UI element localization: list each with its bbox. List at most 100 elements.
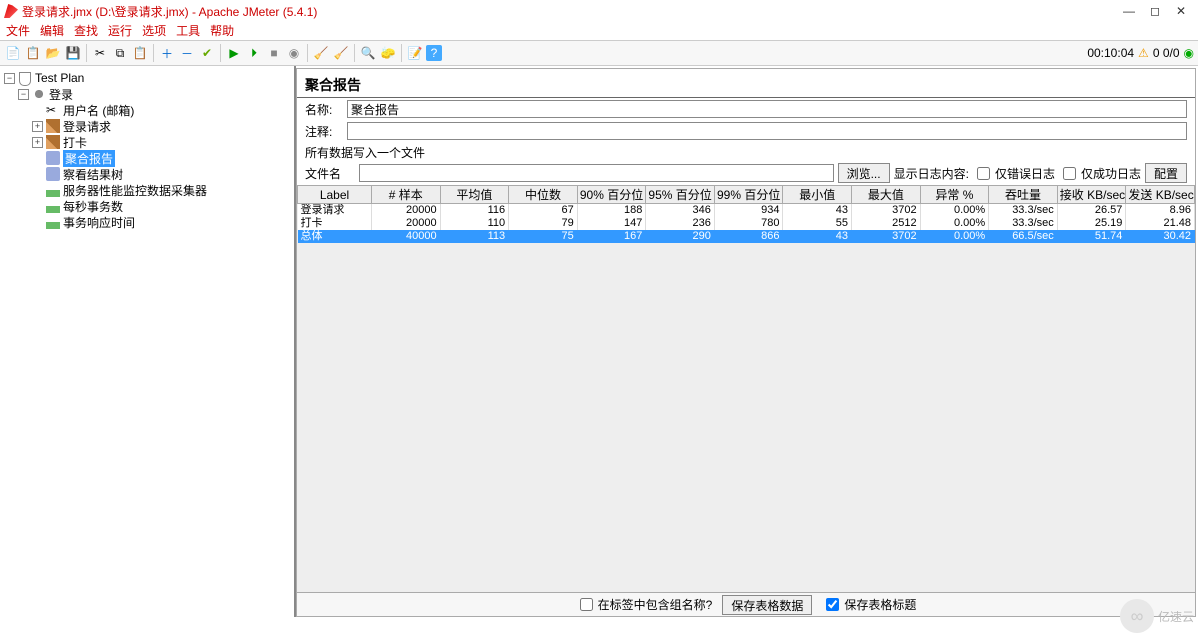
close-button[interactable]: ✕ xyxy=(1168,2,1194,20)
table-header[interactable]: 平均值 xyxy=(440,186,509,204)
clear-icon[interactable]: 🧹 xyxy=(312,44,330,62)
stop-icon[interactable]: ■ xyxy=(265,44,283,62)
table-row[interactable]: 登录请求20000116671883469344337020.00%33.3/s… xyxy=(298,204,1195,218)
menu-search[interactable]: 查找 xyxy=(74,22,98,40)
tree-collapse-icon[interactable]: − xyxy=(18,89,29,100)
function-helper-icon[interactable]: 📝 xyxy=(406,44,424,62)
paste-icon[interactable]: 📋 xyxy=(131,44,149,62)
table-header[interactable]: Label xyxy=(298,186,372,204)
toggle-icon[interactable]: ✔ xyxy=(198,44,216,62)
browse-button[interactable]: 浏览... xyxy=(838,163,890,183)
table-header[interactable]: 发送 KB/sec xyxy=(1126,186,1195,204)
table-cell: 167 xyxy=(577,230,646,243)
search-icon[interactable]: 🔍 xyxy=(359,44,377,62)
only-success-checkbox[interactable]: 仅成功日志 xyxy=(1059,164,1141,183)
table-cell: 66.5/sec xyxy=(989,230,1058,243)
tree-node-login[interactable]: 登录 xyxy=(49,86,73,103)
tree-expand-icon[interactable]: + xyxy=(32,121,43,132)
panel-title: 聚合报告 xyxy=(297,69,1195,98)
help-icon[interactable]: ? xyxy=(426,45,442,61)
collapse-icon[interactable]: － xyxy=(178,44,196,62)
table-header[interactable]: 最大值 xyxy=(852,186,921,204)
minimize-button[interactable]: — xyxy=(1116,2,1142,20)
table-row[interactable]: 总体40000113751672908664337020.00%66.5/sec… xyxy=(298,230,1195,243)
table-header[interactable]: 接收 KB/sec xyxy=(1057,186,1126,204)
save-table-data-button[interactable]: 保存表格数据 xyxy=(722,595,812,615)
table-header[interactable]: 中位数 xyxy=(509,186,578,204)
clear-all-icon[interactable]: 🧹 xyxy=(332,44,350,62)
menu-help[interactable]: 帮助 xyxy=(210,22,234,40)
tree-node-aggregate[interactable]: 聚合报告 xyxy=(63,150,115,167)
templates-icon[interactable]: 📋 xyxy=(24,44,42,62)
new-icon[interactable]: 📄 xyxy=(4,44,22,62)
listener-icon xyxy=(46,215,60,229)
tree-node-username[interactable]: 用户名 (邮箱) xyxy=(63,102,134,119)
table-cell: 2512 xyxy=(852,217,921,230)
table-cell: 0.00% xyxy=(920,204,989,218)
menu-file[interactable]: 文件 xyxy=(6,22,30,40)
listener-icon xyxy=(46,183,60,197)
table-cell: 26.57 xyxy=(1057,204,1126,218)
tree-node-results-tree[interactable]: 察看结果树 xyxy=(63,166,123,183)
test-plan-tree[interactable]: −Test Plan −登录 ✂用户名 (邮箱) +登录请求 +打卡 聚合报告 … xyxy=(0,66,296,617)
start-no-timers-icon[interactable]: ⏵ xyxy=(245,44,263,62)
table-cell: 51.74 xyxy=(1057,230,1126,243)
tree-root[interactable]: Test Plan xyxy=(35,71,84,85)
elapsed-timer: 00:10:04 xyxy=(1087,46,1134,60)
start-icon[interactable]: ▶ xyxy=(225,44,243,62)
table-cell: 43 xyxy=(783,230,852,243)
table-header[interactable]: 99% 百分位 xyxy=(714,186,783,204)
name-input[interactable] xyxy=(347,100,1187,118)
only-error-checkbox[interactable]: 仅错误日志 xyxy=(973,164,1055,183)
table-cell: 0.00% xyxy=(920,217,989,230)
show-log-label: 显示日志内容: xyxy=(894,165,969,182)
aggregate-report-panel: 聚合报告 名称: 注释: 所有数据写入一个文件 文件名 浏览... 显示日志内容… xyxy=(296,68,1196,617)
configure-button[interactable]: 配置 xyxy=(1145,163,1187,183)
aggregate-table[interactable]: Label# 样本平均值中位数90% 百分位95% 百分位99% 百分位最小值最… xyxy=(297,185,1195,243)
save-icon[interactable]: 💾 xyxy=(64,44,82,62)
testplan-icon xyxy=(18,71,32,85)
table-cell: 934 xyxy=(714,204,783,218)
table-row[interactable]: 打卡20000110791472367805525120.00%33.3/sec… xyxy=(298,217,1195,230)
table-header[interactable]: 90% 百分位 xyxy=(577,186,646,204)
table-header[interactable]: 吞吐量 xyxy=(989,186,1058,204)
save-header-checkbox[interactable]: 保存表格标题 xyxy=(822,595,916,614)
open-icon[interactable]: 📂 xyxy=(44,44,62,62)
comment-input[interactable] xyxy=(347,122,1187,140)
table-cell: 346 xyxy=(646,204,715,218)
filename-input[interactable] xyxy=(359,164,834,182)
expand-icon[interactable]: ＋ xyxy=(158,44,176,62)
menu-edit[interactable]: 编辑 xyxy=(40,22,64,40)
table-cell: 33.3/sec xyxy=(989,217,1058,230)
tree-node-response-time[interactable]: 事务响应时间 xyxy=(63,214,135,231)
listener-icon xyxy=(46,151,60,165)
table-header[interactable]: # 样本 xyxy=(372,186,441,204)
tree-node-tps[interactable]: 每秒事务数 xyxy=(63,198,123,215)
menu-run[interactable]: 运行 xyxy=(108,22,132,40)
listener-icon xyxy=(46,199,60,213)
window-title: 登录请求.jmx (D:\登录请求.jmx) - Apache JMeter (… xyxy=(22,3,317,20)
maximize-button[interactable]: ◻ xyxy=(1142,2,1168,20)
table-cell: 3702 xyxy=(852,230,921,243)
cut-icon[interactable]: ✂ xyxy=(91,44,109,62)
tree-node-perfmon[interactable]: 服务器性能监控数据采集器 xyxy=(63,182,207,199)
sampler-icon xyxy=(46,135,60,149)
menu-tools[interactable]: 工具 xyxy=(176,22,200,40)
reset-search-icon[interactable]: 🧽 xyxy=(379,44,397,62)
table-cell: 188 xyxy=(577,204,646,218)
table-cell: 登录请求 xyxy=(298,204,372,218)
tree-node-loginreq[interactable]: 登录请求 xyxy=(63,118,111,135)
warning-icon[interactable]: ⚠ xyxy=(1138,46,1149,60)
threadgroup-icon xyxy=(32,87,46,101)
table-header[interactable]: 异常 % xyxy=(920,186,989,204)
shutdown-icon[interactable]: ◉ xyxy=(285,44,303,62)
copy-icon[interactable]: ⧉ xyxy=(111,44,129,62)
tree-expand-icon[interactable]: + xyxy=(32,137,43,148)
tree-node-punch[interactable]: 打卡 xyxy=(63,134,87,151)
include-group-checkbox[interactable]: 在标签中包含组名称? xyxy=(576,595,713,614)
title-bar: 登录请求.jmx (D:\登录请求.jmx) - Apache JMeter (… xyxy=(0,0,1198,22)
tree-collapse-icon[interactable]: − xyxy=(4,73,15,84)
table-header[interactable]: 95% 百分位 xyxy=(646,186,715,204)
table-header[interactable]: 最小值 xyxy=(783,186,852,204)
menu-options[interactable]: 选项 xyxy=(142,22,166,40)
